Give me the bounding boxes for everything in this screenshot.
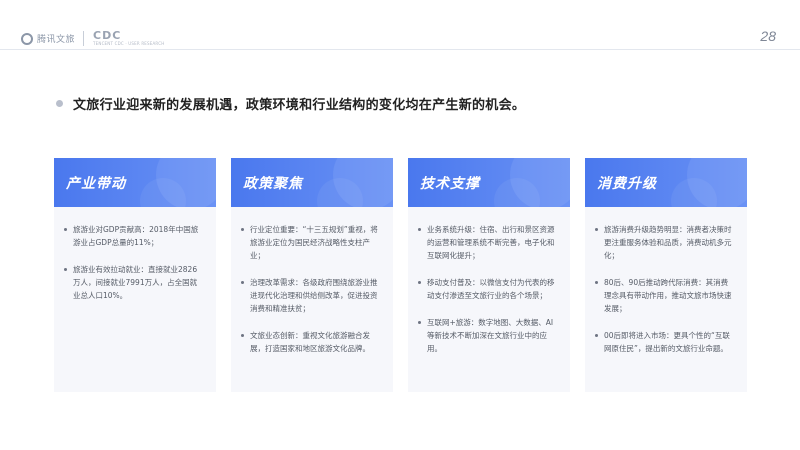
cdc-logo-text: CDC — [93, 29, 122, 42]
list-item: 旅游消费升级趋势明显：消费者决策时更注重服务体验和品质，消费动机多元化； — [595, 223, 735, 262]
headline-bullet-icon — [56, 100, 63, 107]
card-title: 技术支撑 — [420, 176, 480, 192]
card-body: 业务系统升级：住宿、出行和景区资源的运营和管理系统不断完善，电子化和互联网化提升… — [408, 207, 570, 355]
bullet-icon — [241, 281, 244, 284]
list-item-text: 互联网+旅游：数字地图、大数据、AI 等新技术不断加深在文旅行业中的应用。 — [427, 318, 554, 353]
logo-divider — [83, 31, 84, 46]
list-item-text: 00后即将进入市场：更具个性的“互联网原住民”，提出新的文旅行业命题。 — [604, 331, 730, 353]
card-consumption: 消费升级 旅游消费升级趋势明显：消费者决策时更注重服务体验和品质，消费动机多元化… — [585, 158, 747, 392]
bullet-icon — [595, 281, 598, 284]
bullet-icon — [418, 281, 421, 284]
list-item-text: 旅游业对GDP贡献高：2018年中国旅游业占GDP总量的11%； — [73, 225, 199, 247]
card-header: 政策聚焦 — [231, 158, 393, 207]
bullet-icon — [418, 228, 421, 231]
card-header: 技术支撑 — [408, 158, 570, 207]
bullet-icon — [241, 228, 244, 231]
list-item: 旅游业对GDP贡献高：2018年中国旅游业占GDP总量的11%； — [64, 223, 204, 249]
list-item-text: 业务系统升级：住宿、出行和景区资源的运营和管理系统不断完善，电子化和互联网化提升… — [427, 225, 555, 260]
bullet-icon — [595, 334, 598, 337]
list-item: 治理改革需求：各级政府围绕旅游业推进现代化治理和供给侧改革，促进投资消费和精准扶… — [241, 276, 381, 315]
logo-mark-icon — [21, 32, 33, 45]
header-divider — [0, 49, 800, 50]
list-item: 互联网+旅游：数字地图、大数据、AI 等新技术不断加深在文旅行业中的应用。 — [418, 316, 558, 355]
card-body: 旅游消费升级趋势明显：消费者决策时更注重服务体验和品质，消费动机多元化； 80后… — [585, 207, 747, 355]
list-item: 文旅业态创新：重视文化旅游融合发展，打造国家和地区旅游文化品牌。 — [241, 329, 381, 355]
logo-text: 腾讯文旅 — [37, 35, 76, 45]
card-header: 产业带动 — [54, 158, 216, 207]
cards-row: 产业带动 旅游业对GDP贡献高：2018年中国旅游业占GDP总量的11%； 旅游… — [54, 158, 747, 392]
list-item-text: 旅游业有效拉动就业：直接就业2826万人，间接就业7991万人，占全国就业总人口… — [73, 265, 198, 300]
list-item-text: 80后、90后推动跨代际消费：其消费理念具有带动作用，推动文旅市场快速发展； — [604, 278, 732, 313]
card-policy: 政策聚焦 行业定位重要：“十三五规划”重视，将旅游业定位为国民经济战略性支柱产业… — [231, 158, 393, 392]
headline-text: 文旅行业迎来新的发展机遇，政策环境和行业结构的变化均在产生新的机会。 — [73, 98, 526, 113]
list-item-text: 行业定位重要：“十三五规划”重视，将旅游业定位为国民经济战略性支柱产业； — [250, 225, 378, 260]
card-industry: 产业带动 旅游业对GDP贡献高：2018年中国旅游业占GDP总量的11%； 旅游… — [54, 158, 216, 392]
list-item: 00后即将进入市场：更具个性的“互联网原住民”，提出新的文旅行业命题。 — [595, 329, 735, 355]
card-title: 产业带动 — [66, 176, 126, 192]
bullet-icon — [64, 268, 67, 271]
list-item-text: 治理改革需求：各级政府围绕旅游业推进现代化治理和供给侧改革，促进投资消费和精准扶… — [250, 278, 378, 313]
card-title: 消费升级 — [597, 176, 657, 192]
list-item: 行业定位重要：“十三五规划”重视，将旅游业定位为国民经济战略性支柱产业； — [241, 223, 381, 262]
cdc-logo-subtext: TENCENT CDC · USER RESEARCH — [93, 41, 165, 46]
bullet-icon — [64, 228, 67, 231]
list-item: 旅游业有效拉动就业：直接就业2826万人，间接就业7991万人，占全国就业总人口… — [64, 263, 204, 302]
card-header: 消费升级 — [585, 158, 747, 207]
card-body: 行业定位重要：“十三五规划”重视，将旅游业定位为国民经济战略性支柱产业； 治理改… — [231, 207, 393, 355]
bullet-icon — [241, 334, 244, 337]
list-item-text: 文旅业态创新：重视文化旅游融合发展，打造国家和地区旅游文化品牌。 — [250, 331, 370, 353]
headline: 文旅行业迎来新的发展机遇，政策环境和行业结构的变化均在产生新的机会。 — [56, 94, 525, 113]
card-title: 政策聚焦 — [243, 176, 303, 192]
bullet-icon — [595, 228, 598, 231]
list-item: 业务系统升级：住宿、出行和景区资源的运营和管理系统不断完善，电子化和互联网化提升… — [418, 223, 558, 262]
list-item-text: 移动支付普及：以微信支付为代表的移动支付渗透至文旅行业的各个场景； — [427, 278, 555, 300]
cdc-logo: CDC TENCENT CDC · USER RESEARCH — [93, 30, 164, 46]
list-item-text: 旅游消费升级趋势明显：消费者决策时更注重服务体验和品质，消费动机多元化； — [604, 225, 732, 260]
page-number: 28 — [760, 28, 776, 44]
page-header: 腾讯文旅 CDC TENCENT CDC · USER RESEARCH 28 — [0, 0, 800, 50]
bullet-icon — [418, 321, 421, 324]
card-technology: 技术支撑 业务系统升级：住宿、出行和景区资源的运营和管理系统不断完善，电子化和互… — [408, 158, 570, 392]
tencent-wenlv-logo: 腾讯文旅 — [21, 32, 75, 45]
card-body: 旅游业对GDP贡献高：2018年中国旅游业占GDP总量的11%； 旅游业有效拉动… — [54, 207, 216, 302]
list-item: 移动支付普及：以微信支付为代表的移动支付渗透至文旅行业的各个场景； — [418, 276, 558, 302]
list-item: 80后、90后推动跨代际消费：其消费理念具有带动作用，推动文旅市场快速发展； — [595, 276, 735, 315]
